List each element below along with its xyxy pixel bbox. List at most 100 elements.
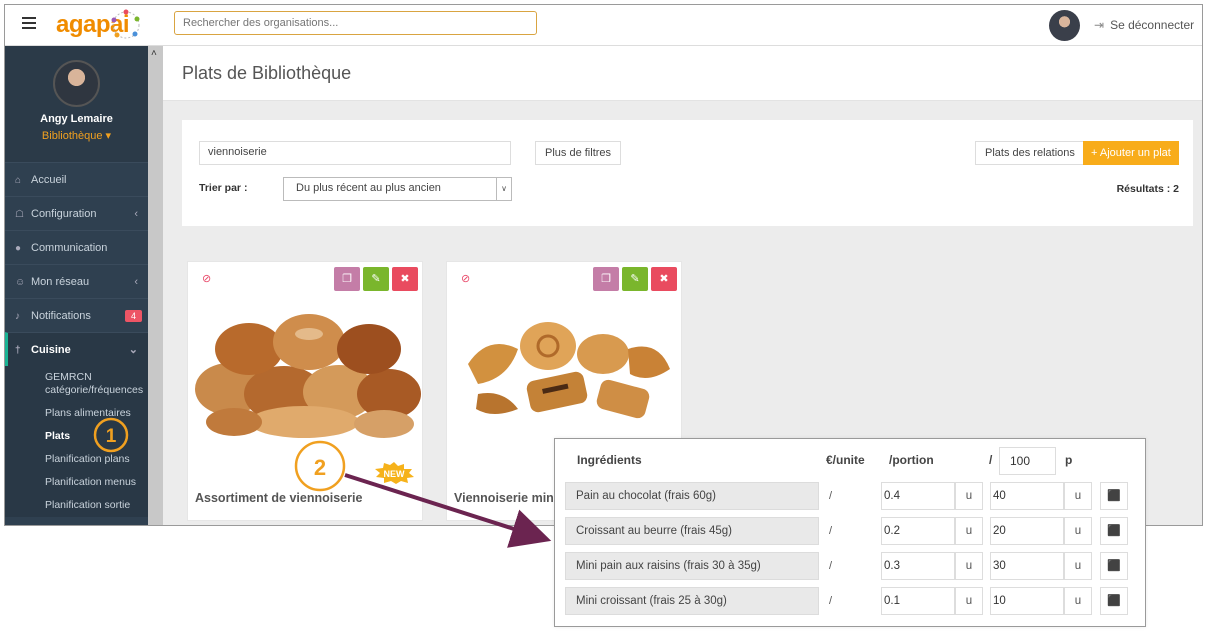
svg-text:NEW: NEW bbox=[384, 469, 406, 479]
ingredient-unit: u bbox=[955, 552, 983, 580]
ingredient-row: Mini croissant (frais 25 à 30g) / 0.1 u … bbox=[555, 587, 1145, 615]
results-count: Résultats : 2 bbox=[1116, 183, 1179, 195]
ingredients-panel: Ingrédients €/unite /portion / 100 p Pai… bbox=[554, 438, 1146, 627]
user-avatar[interactable] bbox=[1049, 10, 1080, 41]
page-title: Plats de Bibliothèque bbox=[163, 46, 1202, 101]
bank-icon: ☖ bbox=[15, 209, 24, 220]
trash-icon[interactable]: ⬛ bbox=[1100, 517, 1128, 545]
chevron-left-icon: ‹ bbox=[134, 208, 138, 220]
add-dish-button[interactable]: + Ajouter un plat bbox=[1083, 141, 1179, 165]
sidebar-item-configuration[interactable]: ☖ Configuration ‹ bbox=[5, 196, 148, 230]
profile-avatar bbox=[53, 60, 100, 107]
chevron-down-icon: ∨ bbox=[496, 178, 511, 200]
chevron-down-icon: ⌄ bbox=[128, 344, 138, 356]
more-filters-button[interactable]: Plus de filtres bbox=[535, 141, 622, 165]
ingredient-qty-per-portion[interactable]: 0.2 bbox=[881, 517, 955, 545]
ingredient-price: / bbox=[829, 595, 833, 607]
ingredient-qty-per-100[interactable]: 10 bbox=[990, 587, 1064, 615]
ingredient-name[interactable]: Mini croissant (frais 25 à 30g) bbox=[565, 587, 819, 615]
delete-button[interactable]: ✖ bbox=[392, 267, 418, 291]
ingredient-unit: u bbox=[1064, 517, 1092, 545]
ingredient-price: / bbox=[829, 490, 833, 502]
logout-link[interactable]: ⇥ Se déconnecter bbox=[1094, 18, 1194, 32]
mini-pastries-image bbox=[468, 322, 670, 419]
sidebar-item-communication[interactable]: ● Communication bbox=[5, 230, 148, 264]
sidebar-scrollbar[interactable]: ˄ bbox=[148, 46, 163, 525]
ingredient-price: / bbox=[829, 560, 833, 572]
ingredient-name[interactable]: Mini pain aux raisins (frais 30 à 35g) bbox=[565, 552, 819, 580]
portions-unit-label: p bbox=[1065, 453, 1073, 467]
sidebar-item-label: Accueil bbox=[31, 174, 67, 186]
ingredient-name[interactable]: Croissant au beurre (frais 45g) bbox=[565, 517, 819, 545]
ingredient-unit: u bbox=[1064, 587, 1092, 615]
edit-button[interactable]: ✎ bbox=[363, 267, 389, 291]
trash-icon[interactable]: ⬛ bbox=[1100, 482, 1128, 510]
cuisine-submenu: GEMRCN catégorie/fréquences Plans alimen… bbox=[5, 366, 148, 517]
chevron-left-icon: ‹ bbox=[134, 276, 138, 288]
logo-molecule-icon bbox=[111, 9, 140, 39]
sidebar-item-notifications[interactable]: ♪ Notifications 4 bbox=[5, 298, 148, 332]
pastry-assortment-image bbox=[195, 314, 421, 438]
per-n-portions-header: / bbox=[989, 453, 993, 467]
submenu-item-gemrcn[interactable]: GEMRCN catégorie/fréquences bbox=[5, 366, 148, 402]
sidebar: Angy Lemaire Bibliothèque ▾ ⌂ Accueil ☖ Co… bbox=[5, 46, 148, 525]
cutlery-icon: † bbox=[15, 345, 21, 356]
ingredient-qty-per-portion[interactable]: 0.3 bbox=[881, 552, 955, 580]
dish-card[interactable]: ⊘ ❐ ✎ ✖ NEW Assortiment de viennoiserie bbox=[187, 261, 423, 521]
edit-button[interactable]: ✎ bbox=[622, 267, 648, 291]
card-title: Viennoiserie mini bbox=[454, 491, 558, 505]
ingredient-row: Pain au chocolat (frais 60g) / 0.4 u 40 … bbox=[555, 482, 1145, 510]
duplicate-button[interactable]: ❐ bbox=[593, 267, 619, 291]
profile-name: Angy Lemaire bbox=[40, 113, 113, 125]
portions-count-input[interactable]: 100 bbox=[999, 447, 1056, 475]
ingredient-qty-per-100[interactable]: 30 bbox=[990, 552, 1064, 580]
submenu-item-planification-menus[interactable]: Planification menus bbox=[5, 471, 148, 494]
submenu-item-plans-alimentaires[interactable]: Plans alimentaires bbox=[5, 402, 148, 425]
sidebar-item-label: Configuration bbox=[31, 208, 97, 220]
ingredient-unit: u bbox=[955, 482, 983, 510]
ingredient-qty-per-100[interactable]: 20 bbox=[990, 517, 1064, 545]
sort-select[interactable]: Du plus récent au plus ancien ∨ bbox=[283, 177, 512, 201]
ingredient-price: / bbox=[829, 525, 833, 537]
profile-role-dropdown[interactable]: Bibliothèque ▾ bbox=[5, 129, 148, 142]
sidebar-item-mon-reseau[interactable]: ☺ Mon réseau ‹ bbox=[5, 264, 148, 298]
logout-label: Se déconnecter bbox=[1110, 18, 1195, 32]
ingredient-qty-per-portion[interactable]: 0.1 bbox=[881, 587, 955, 615]
submenu-item-planification-sortie[interactable]: Planification sortie bbox=[5, 494, 148, 517]
logout-icon: ⇥ bbox=[1094, 18, 1105, 32]
sidebar-item-accueil[interactable]: ⌂ Accueil bbox=[5, 162, 148, 196]
trash-icon[interactable]: ⬛ bbox=[1100, 552, 1128, 580]
ingredients-header: Ingrédients bbox=[577, 453, 642, 467]
ingredient-name[interactable]: Pain au chocolat (frais 60g) bbox=[565, 482, 819, 510]
hamburger-menu-icon[interactable] bbox=[22, 17, 36, 29]
sidebar-item-label: Cuisine bbox=[31, 344, 71, 356]
related-dishes-button[interactable]: Plats des relations bbox=[975, 141, 1085, 165]
ingredient-unit: u bbox=[955, 517, 983, 545]
hidden-eye-icon[interactable]: ⊘ bbox=[202, 272, 211, 285]
dish-search-input[interactable]: viennoiserie bbox=[199, 141, 511, 165]
submenu-item-planification-plans[interactable]: Planification plans bbox=[5, 448, 148, 471]
profile-panel: Angy Lemaire Bibliothèque ▾ bbox=[5, 46, 148, 162]
scroll-up-icon[interactable]: ˄ bbox=[151, 48, 157, 59]
duplicate-button[interactable]: ❐ bbox=[334, 267, 360, 291]
sidebar-item-label: Notifications bbox=[31, 310, 91, 322]
card-title: Assortiment de viennoiserie bbox=[195, 491, 363, 505]
trash-icon[interactable]: ⬛ bbox=[1100, 587, 1128, 615]
delete-button[interactable]: ✖ bbox=[651, 267, 677, 291]
sort-label: Trier par : bbox=[199, 182, 248, 194]
sidebar-item-cuisine[interactable]: † Cuisine ⌄ bbox=[5, 332, 148, 366]
bell-icon: ♪ bbox=[15, 311, 20, 322]
submenu-item-plats[interactable]: Plats bbox=[5, 425, 148, 448]
hidden-eye-icon[interactable]: ⊘ bbox=[461, 272, 470, 285]
sidebar-item-label: Communication bbox=[31, 242, 108, 254]
chat-icon: ● bbox=[15, 243, 22, 254]
ingredient-unit: u bbox=[1064, 552, 1092, 580]
notification-count-badge: 4 bbox=[124, 310, 142, 322]
ingredient-qty-per-portion[interactable]: 0.4 bbox=[881, 482, 955, 510]
organisation-search-input[interactable] bbox=[174, 11, 537, 35]
home-icon: ⌂ bbox=[15, 175, 22, 186]
filter-panel: viennoiserie Plus de filtres Trier par :… bbox=[182, 120, 1193, 226]
card-actions: ❐ ✎ ✖ bbox=[590, 267, 677, 291]
ingredient-qty-per-100[interactable]: 40 bbox=[990, 482, 1064, 510]
per-portion-header: /portion bbox=[889, 453, 934, 467]
